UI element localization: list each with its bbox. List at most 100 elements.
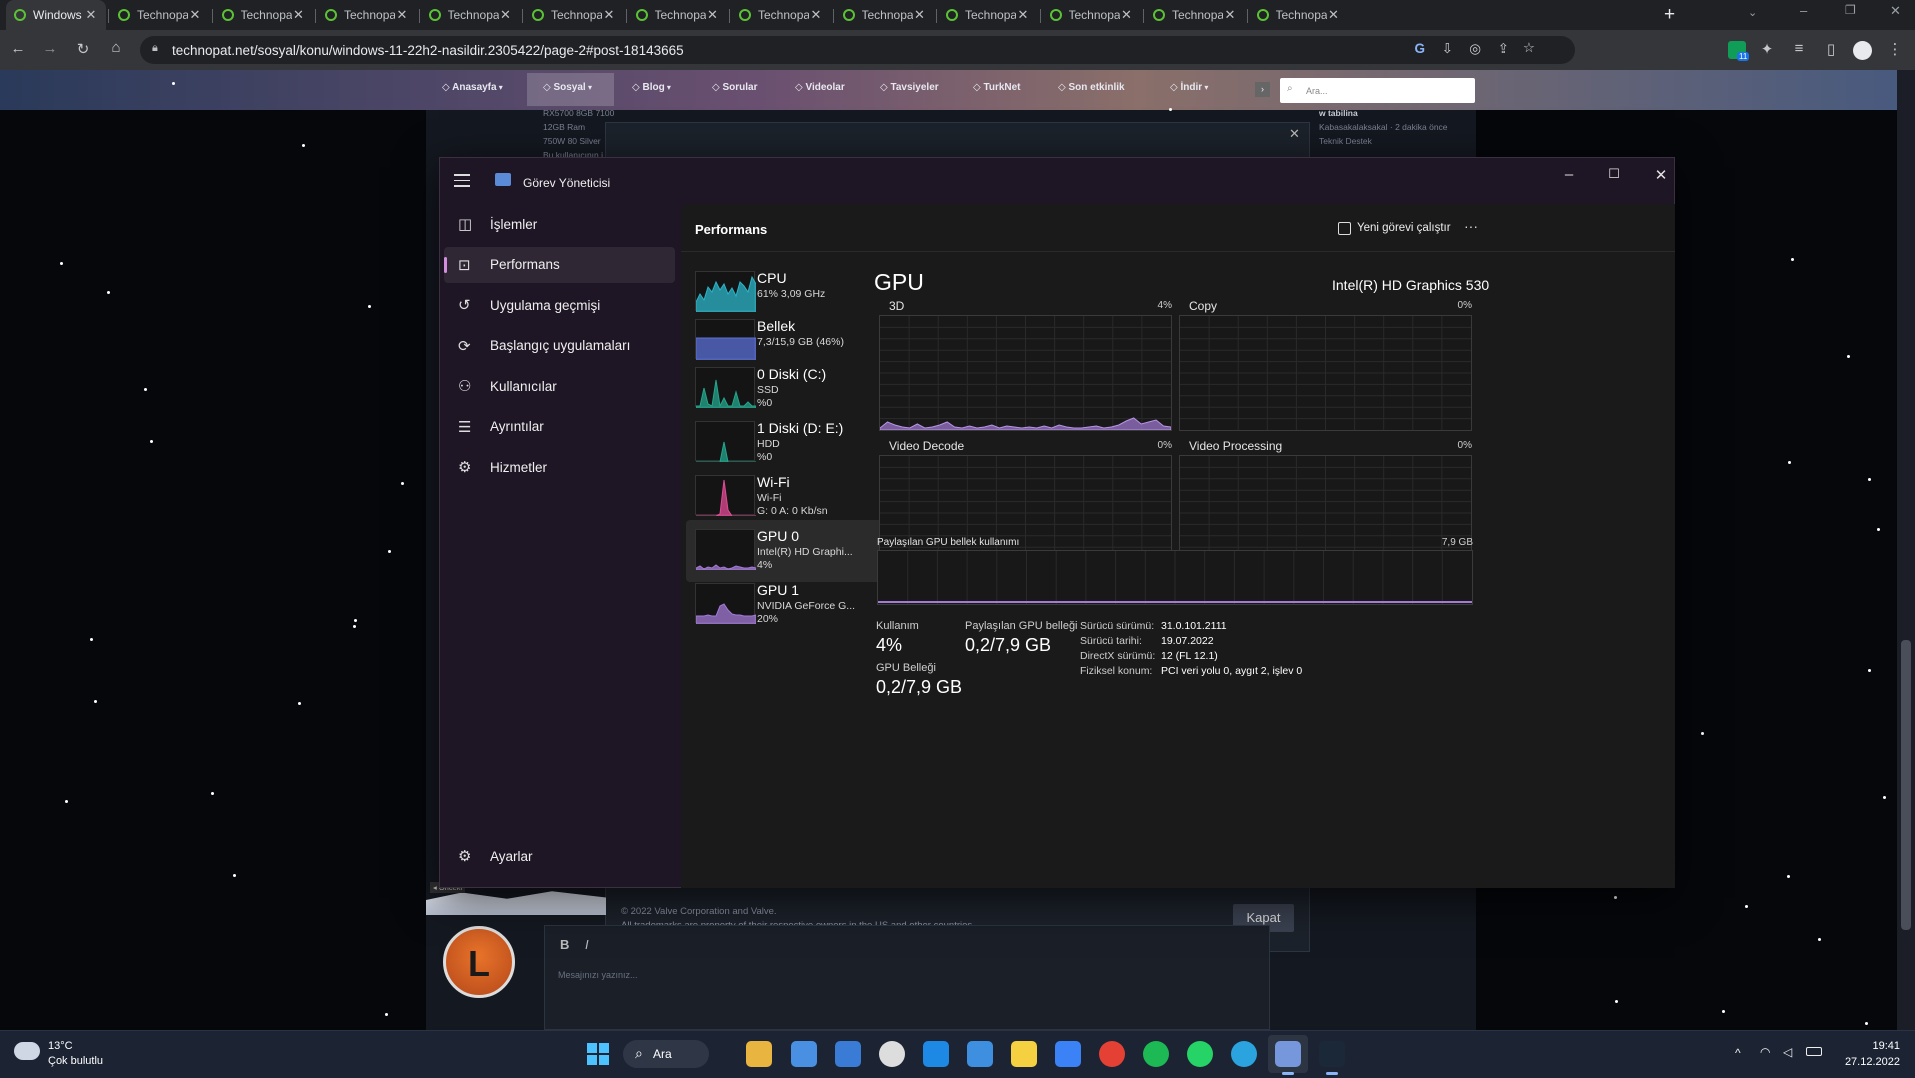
more-options-button[interactable]: ··· [1464, 218, 1478, 234]
browser-tab-0[interactable]: Windows 1✕ [6, 0, 106, 30]
home-icon[interactable]: ⌂ [106, 39, 126, 56]
new-tab-button[interactable]: + [1664, 4, 1675, 26]
bookmark-star-icon[interactable]: ☆ [1523, 40, 1535, 56]
avatar[interactable]: L [443, 926, 515, 998]
forward-icon[interactable]: → [40, 40, 60, 57]
site-nav-item-0[interactable]: ◇ Anasayfa ▾ [442, 82, 503, 93]
nav-item-3[interactable]: ⟳ Başlangıç uygulamaları [444, 328, 675, 364]
wifi-icon[interactable]: ◠ [1760, 1045, 1770, 1059]
weather-temp[interactable]: 13°C [48, 1040, 73, 1052]
close-browser-button[interactable]: ✕ [1890, 3, 1901, 19]
chrome-icon[interactable] [1099, 1041, 1125, 1067]
browser-tab-11[interactable]: Technopat S✕ [1145, 0, 1245, 30]
site-nav-item-6[interactable]: ◇ TurkNet [973, 82, 1021, 93]
tab-close-icon[interactable]: ✕ [292, 7, 306, 23]
tab-close-icon[interactable]: ✕ [602, 7, 616, 23]
share-icon[interactable]: ⇪ [1498, 41, 1509, 57]
browser-tab-8[interactable]: Technopat S✕ [835, 0, 935, 30]
telegram-icon[interactable] [1231, 1041, 1257, 1067]
store-icon[interactable] [791, 1041, 817, 1067]
bold-button[interactable]: B [560, 937, 569, 952]
page-scrollbar[interactable] [1897, 70, 1915, 1030]
site-nav-item-8[interactable]: ◇ İndir ▾ [1170, 82, 1208, 93]
start-button[interactable] [587, 1043, 609, 1065]
site-nav-item-2[interactable]: ◇ Blog ▾ [632, 82, 671, 93]
taskbar-search[interactable]: ⌕ Ara [623, 1040, 709, 1068]
calendar-icon[interactable] [835, 1041, 861, 1067]
perf-item-6[interactable]: GPU 1 NVIDIA GeForce G... 20% [686, 574, 892, 636]
nav-settings[interactable]: ⚙ Ayarlar [444, 838, 675, 874]
maximize-button[interactable]: ☐ [1604, 166, 1624, 182]
whatsapp-icon[interactable] [1187, 1041, 1213, 1067]
nav-item-2[interactable]: ↺ Uygulama geçmişi [444, 287, 675, 323]
restore-browser-button[interactable]: ❐ [1845, 3, 1856, 17]
browser-tab-3[interactable]: Technopat S✕ [317, 0, 417, 30]
browser-tab-5[interactable]: Technopat S✕ [524, 0, 624, 30]
tab-search-icon[interactable]: ⌄ [1748, 6, 1757, 19]
battery-icon[interactable] [1806, 1047, 1822, 1056]
notepad-icon[interactable] [967, 1041, 993, 1067]
steam-icon[interactable] [1319, 1041, 1345, 1067]
site-search-input[interactable]: Ara... [1280, 78, 1475, 103]
perf-item-5[interactable]: GPU 0 Intel(R) HD Graphi... 4% [686, 520, 892, 582]
tab-close-icon[interactable]: ✕ [1327, 7, 1341, 23]
profile-avatar[interactable] [1853, 41, 1872, 60]
file-explorer-icon[interactable] [746, 1041, 772, 1067]
steam-close-icon[interactable]: ✕ [1289, 126, 1300, 142]
browser-tab-9[interactable]: Technopat S✕ [938, 0, 1038, 30]
clock-app-icon[interactable] [879, 1041, 905, 1067]
nav-item-4[interactable]: ⚇ Kullanıcılar [444, 368, 675, 404]
tab-close-icon[interactable]: ✕ [1223, 7, 1237, 23]
nav-item-0[interactable]: ◫ İşlemler [444, 206, 675, 242]
site-nav-item-5[interactable]: ◇ Tavsiyeler [880, 82, 939, 93]
close-button[interactable]: ✕ [1651, 166, 1671, 184]
browser-tab-4[interactable]: Technopat S✕ [421, 0, 521, 30]
tray-chevron-icon[interactable]: ^ [1735, 1046, 1741, 1060]
browser-tab-7[interactable]: Technopat S✕ [731, 0, 831, 30]
tab-close-icon[interactable]: ✕ [809, 7, 823, 23]
tab-close-icon[interactable]: ✕ [395, 7, 409, 23]
tab-close-icon[interactable]: ✕ [84, 7, 98, 23]
install-icon[interactable]: ⇩ [1442, 41, 1453, 57]
run-task-button[interactable]: Yeni görevi çalıştır [1338, 214, 1451, 242]
italic-button[interactable]: I [585, 937, 589, 952]
perf-item-4[interactable]: Wi-Fi Wi-Fi G: 0 A: 0 Kb/sn [686, 466, 892, 528]
browser-tab-1[interactable]: Technopat S✕ [110, 0, 210, 30]
nav-item-6[interactable]: ⚙ Hizmetler [444, 449, 675, 485]
tab-close-icon[interactable]: ✕ [188, 7, 202, 23]
browser-tab-2[interactable]: Technopat S✕ [214, 0, 314, 30]
volume-icon[interactable]: ◁ [1783, 1045, 1792, 1059]
google-icon[interactable]: G [1414, 41, 1425, 56]
tab-close-icon[interactable]: ✕ [1120, 7, 1134, 23]
minimize-browser-button[interactable]: – [1800, 3, 1807, 18]
back-icon[interactable]: ← [8, 40, 28, 57]
site-nav-item-3[interactable]: ◇ Sorular [712, 82, 757, 93]
perf-item-3[interactable]: 1 Diski (D: E:) HDD %0 [686, 412, 892, 474]
clock-time[interactable]: 19:41 [1854, 1040, 1900, 1052]
mail-icon[interactable] [923, 1041, 949, 1067]
tab-close-icon[interactable]: ✕ [1016, 7, 1030, 23]
nav-item-5[interactable]: ☰ Ayrıntılar [444, 409, 675, 445]
scrollbar-thumb[interactable] [1901, 640, 1911, 930]
browser-tab-12[interactable]: Technopat S✕ [1249, 0, 1349, 30]
media-icon[interactable]: ≡ [1789, 40, 1809, 57]
site-nav-item-4[interactable]: ◇ Videolar [795, 82, 845, 93]
sidepanel-icon[interactable]: ▯ [1821, 40, 1841, 58]
weather-icon[interactable] [14, 1042, 40, 1060]
site-nav-item-7[interactable]: ◇ Son etkinlik [1058, 82, 1125, 93]
message-editor[interactable] [544, 925, 1270, 1030]
puzzle-icon[interactable]: ✦ [1757, 40, 1777, 58]
tracking-icon[interactable]: ◎ [1469, 41, 1481, 57]
nav-item-1[interactable]: ⊡ Performans [444, 246, 675, 283]
todo-icon[interactable] [1055, 1041, 1081, 1067]
minimize-button[interactable]: – [1559, 166, 1579, 183]
address-bar[interactable]: 🔒︎ technopat.net/sosyal/konu/windows-11-… [140, 36, 1575, 64]
menu-kebab-icon[interactable]: ⋮ [1885, 40, 1905, 58]
browser-tab-10[interactable]: Technopat S✕ [1042, 0, 1142, 30]
spotify-icon[interactable] [1143, 1041, 1169, 1067]
browser-tab-6[interactable]: Technopat S✕ [628, 0, 728, 30]
weather-desc[interactable]: Çok bulutlu [48, 1055, 103, 1067]
nav-scroll-arrow[interactable]: › [1255, 82, 1270, 97]
clock-date[interactable]: 27.12.2022 [1836, 1056, 1900, 1068]
tab-close-icon[interactable]: ✕ [499, 7, 513, 23]
